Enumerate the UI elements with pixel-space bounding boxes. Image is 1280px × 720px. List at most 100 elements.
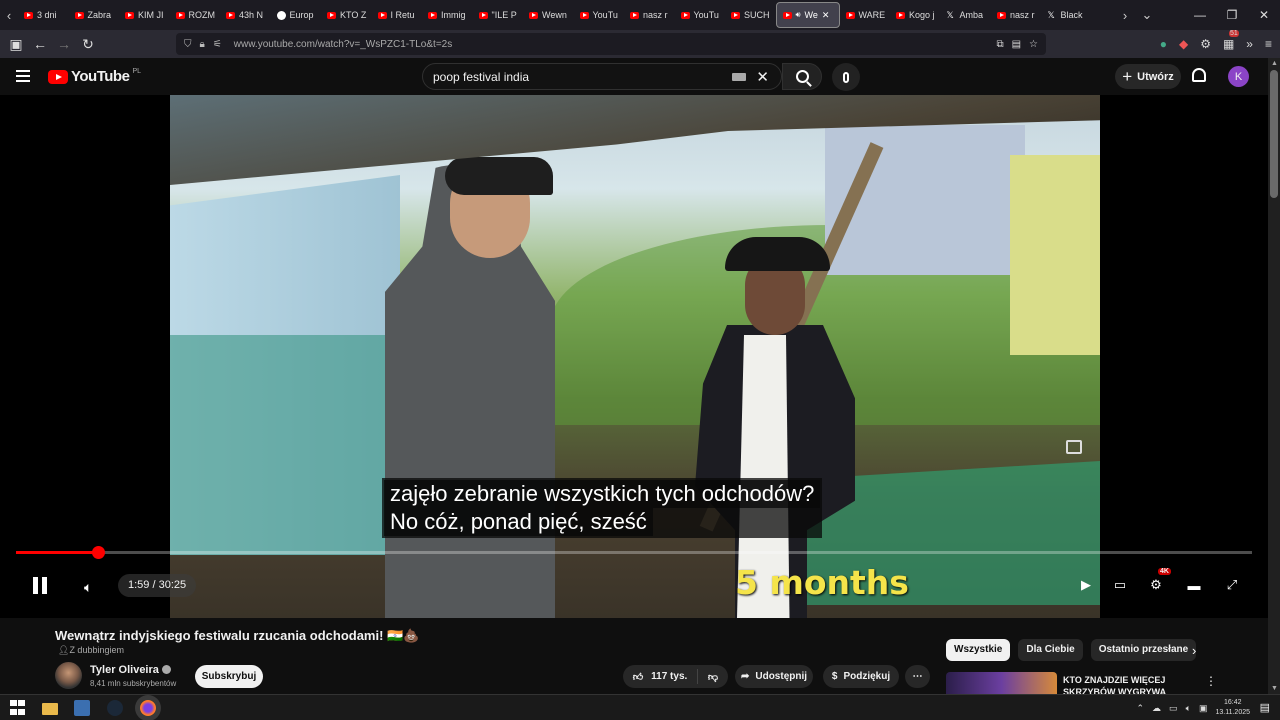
more-actions-button[interactable]: ⋯ (905, 665, 930, 688)
thanks-button[interactable]: $ Podziękuj (823, 665, 899, 688)
close-window-icon[interactable]: ✕ (1248, 0, 1280, 30)
extension-fox-icon[interactable]: ◆ (1179, 37, 1188, 51)
browser-tab[interactable]: 𝕏 Black (1042, 2, 1093, 28)
close-tab-icon[interactable]: ✕ (822, 10, 830, 21)
scrollbar-thumb[interactable] (1270, 70, 1278, 198)
extensions-icon[interactable]: ⚙ (1200, 37, 1211, 51)
forward-icon[interactable]: → (52, 30, 76, 58)
scroll-up-icon[interactable]: ▲ (1271, 60, 1278, 67)
tab-list-dropdown-icon[interactable]: ⌄ (1138, 0, 1156, 30)
dislike-button[interactable]: 👎︎ (698, 671, 728, 683)
browser-tab[interactable]: YouTu (675, 2, 726, 28)
onedrive-icon[interactable]: ☁ (1152, 703, 1161, 714)
bookmark-star-icon[interactable]: ☆ (1029, 39, 1038, 50)
file-explorer-icon[interactable] (42, 703, 58, 715)
chip-recently-uploaded[interactable]: Ostatnio przesłane (1090, 639, 1197, 661)
lock-icon[interactable]: 🔒︎ (200, 39, 205, 50)
keyboard-icon[interactable] (732, 72, 747, 81)
extension-shield-icon[interactable]: ● (1160, 37, 1167, 51)
pause-icon[interactable] (33, 577, 47, 594)
browser-tab[interactable]: Immig (422, 2, 473, 28)
chip-for-you[interactable]: Dla Ciebie (1018, 639, 1083, 661)
notifications-bell-icon[interactable] (1192, 68, 1206, 82)
scroll-down-icon[interactable]: ▼ (1271, 685, 1278, 692)
restore-icon[interactable]: ❐ (1216, 0, 1248, 30)
browser-tab[interactable]: nasz r (991, 2, 1042, 28)
tray-chevron-icon[interactable]: ⌃ (1137, 703, 1145, 714)
voice-search-button[interactable] (832, 63, 860, 91)
progress-bar[interactable] (16, 546, 1252, 559)
progress-scrubber[interactable] (91, 546, 105, 559)
computer-app-icon[interactable] (74, 700, 90, 716)
autoplay-toggle-icon[interactable]: ▶ (1076, 575, 1096, 595)
browser-tab[interactable]: 𝕏 Amba (941, 2, 992, 28)
browser-tab[interactable]: SUCH (725, 2, 776, 28)
url-text[interactable]: www.youtube.com/watch?v=_WsPZC1-TLo&t=2s (234, 39, 452, 50)
chip-all[interactable]: Wszystkie (946, 639, 1011, 661)
browser-tab[interactable]: WARE (840, 2, 891, 28)
subtitles-icon[interactable]: ▭ (1110, 575, 1130, 595)
pip-icon[interactable]: ⧉ (996, 39, 1003, 50)
fullscreen-icon[interactable]: ⤢ (1222, 575, 1242, 595)
firefox-icon[interactable] (140, 700, 156, 716)
create-button[interactable]: + Utwórz (1115, 64, 1181, 89)
reader-icon[interactable]: ▤ (1012, 39, 1021, 50)
reload-icon[interactable]: ↻ (76, 30, 100, 58)
speaker-icon[interactable]: 🔈︎ (1186, 703, 1191, 714)
clear-search-icon[interactable]: ✕ (756, 68, 769, 86)
browser-tab[interactable]: 43h N (220, 2, 271, 28)
back-icon[interactable]: ← (28, 30, 52, 58)
recommendation-title[interactable]: KTO ZNAJDZIE WIĘCEJ SKRZYBÓW WYGRYWA *AF… (1063, 674, 1203, 694)
permissions-icon[interactable]: ⚟ (213, 39, 222, 50)
search-box[interactable]: poop festival india ✕ (422, 63, 782, 90)
youtube-logo[interactable]: YouTube PL (48, 68, 141, 85)
tracking-shield-icon[interactable]: ⛉ (184, 39, 192, 50)
search-button[interactable] (782, 63, 822, 90)
channel-name-text[interactable]: Tyler Oliveira (90, 664, 159, 676)
windows-start-icon[interactable] (10, 700, 25, 716)
open-external-icon[interactable] (1066, 440, 1082, 454)
steam-icon[interactable] (107, 700, 123, 716)
recommendation-menu-icon[interactable]: ⋮ (1205, 674, 1217, 688)
subscribe-button[interactable]: Subskrybuj (195, 665, 263, 688)
account-avatar[interactable]: K (1228, 66, 1249, 87)
channel-name[interactable]: Tyler Oliveira (90, 664, 171, 676)
browser-tab[interactable]: "ILE P (473, 2, 524, 28)
browser-tab[interactable]: YouTu (574, 2, 625, 28)
browser-tab[interactable]: 3 dni (18, 2, 69, 28)
like-button[interactable]: 👍︎ 117 tys. (623, 669, 698, 684)
network-icon[interactable]: ▭ (1169, 703, 1178, 714)
theater-mode-icon[interactable]: ▬ (1184, 575, 1204, 595)
browser-tab[interactable]: Wewn (523, 2, 574, 28)
search-input[interactable]: poop festival india (433, 70, 732, 84)
audio-playing-icon[interactable]: 🔊︎ (796, 10, 801, 20)
browser-tab[interactable]: I Retu (372, 2, 423, 28)
clock[interactable]: 16:42 13.11.2025 (1215, 698, 1250, 718)
browser-tab[interactable]: ROZM (170, 2, 221, 28)
share-button[interactable]: ➦ Udostępnij (735, 665, 813, 688)
page-scrollbar[interactable]: ▲ ▼ (1268, 58, 1280, 694)
guide-menu-icon[interactable] (16, 70, 30, 82)
channel-avatar[interactable] (55, 662, 82, 689)
menu-icon[interactable]: ≡ (1265, 37, 1272, 51)
notification-center-icon[interactable]: ▤ (1260, 701, 1270, 714)
tabs-scroll-left-icon[interactable]: ‹ (0, 0, 18, 30)
tabs-scroll-right-icon[interactable]: › (1116, 0, 1134, 30)
browser-tab[interactable]: Europ (271, 2, 322, 28)
recommendation-thumbnail[interactable] (946, 672, 1057, 694)
browser-tab[interactable]: Kogo j (890, 2, 941, 28)
video-frame[interactable]: 5 months (170, 95, 1100, 618)
video-player[interactable]: 5 months zajęło zebranie wszystkich tych… (0, 95, 1268, 618)
settings-gear-icon[interactable]: ⚙ (1146, 575, 1166, 595)
minimize-icon[interactable]: — (1184, 0, 1216, 30)
browser-tab[interactable]: nasz r (624, 2, 675, 28)
volume-icon[interactable]: 🔈︎ (84, 579, 92, 596)
address-bar[interactable]: ⛉ 🔒︎ ⚟ www.youtube.com/watch?v=_WsPZC1-T… (176, 33, 1046, 55)
chips-next-icon[interactable]: › (1192, 643, 1196, 658)
browser-tab[interactable]: KTO Z (321, 2, 372, 28)
extension-badge-icon[interactable]: ▦ 51 (1223, 30, 1239, 51)
sidebar-toggle-icon[interactable]: ▣ (4, 30, 28, 58)
display-icon[interactable]: ▣ (1199, 703, 1208, 714)
browser-tab[interactable]: Zabra (69, 2, 120, 28)
overflow-chevrons-icon[interactable]: » (1246, 37, 1253, 51)
